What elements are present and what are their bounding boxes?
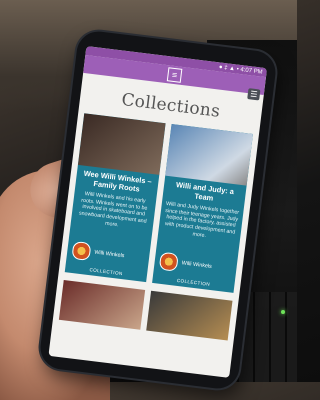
card-description: Willi Winkels and his early roots. Winke…: [78, 191, 148, 228]
smartphone: ● ‡ ▲ • 4:07 PM ≡ ☰ Collections Wee Will…: [38, 29, 278, 391]
avatar: [158, 251, 179, 272]
collection-cards: Wee Willi Winkels – Family Roots Willi W…: [59, 113, 259, 294]
card-author: Willi Winkels: [154, 251, 238, 279]
phone-screen: ● ‡ ▲ • 4:07 PM ≡ ☰ Collections Wee Will…: [48, 46, 268, 378]
card-image: [77, 113, 166, 175]
card-description: Willi and Judy Winkels together since th…: [164, 201, 240, 239]
card-author: Willi Winkels: [66, 240, 150, 268]
avatar: [71, 240, 92, 262]
list-view-icon[interactable]: ☰: [247, 88, 261, 101]
collection-card[interactable]: Wee Willi Winkels – Family Roots Willi W…: [64, 113, 166, 283]
card-image: [165, 124, 253, 186]
collection-thumbnail[interactable]: [58, 280, 146, 330]
collection-thumbnail[interactable]: [146, 290, 233, 341]
collection-card[interactable]: Willi and Judy: a Team Willi and Judy Wi…: [152, 124, 253, 293]
menu-icon[interactable]: ≡: [166, 67, 183, 83]
author-name: Willi Winkels: [181, 260, 213, 270]
keyboard-led: [281, 310, 285, 314]
author-name: Willi Winkels: [93, 249, 125, 260]
